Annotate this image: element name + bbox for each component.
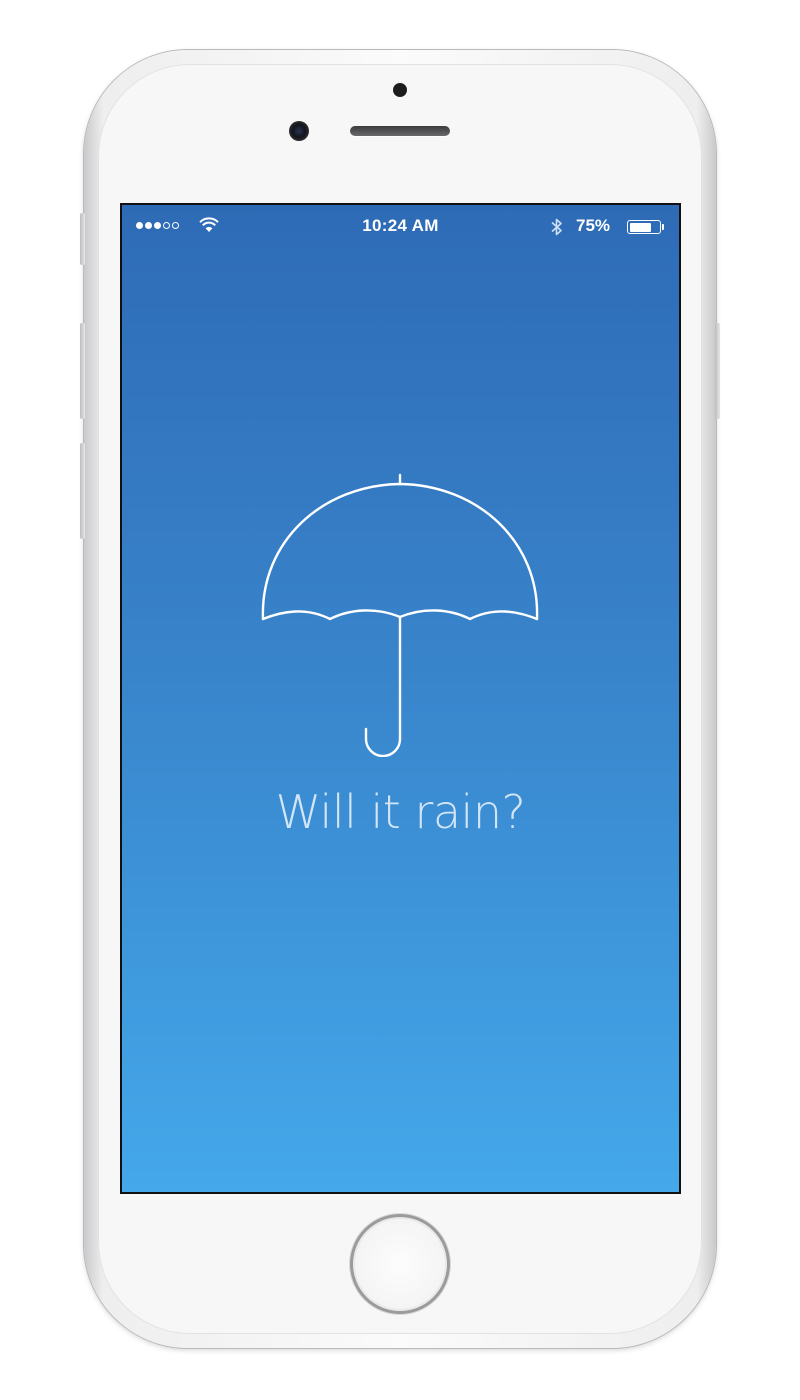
device-mockup: 10:24 AM 75% Will it rain?: [0, 0, 800, 1400]
battery-icon: [627, 220, 661, 234]
app-view: 10:24 AM 75% Will it rain?: [122, 205, 679, 1192]
screen: 10:24 AM 75% Will it rain?: [120, 203, 681, 1194]
home-button[interactable]: [350, 1214, 450, 1314]
bluetooth-icon: [551, 218, 562, 236]
earpiece-speaker: [350, 126, 450, 136]
power-button: [715, 323, 720, 419]
status-bar: 10:24 AM 75%: [122, 205, 679, 251]
headline-text: Will it rain?: [275, 785, 526, 839]
battery-tip: [662, 224, 664, 230]
battery-percentage: 75%: [576, 216, 611, 235]
mute-switch: [80, 213, 85, 265]
umbrella-icon: [261, 473, 539, 757]
volume-down-button: [80, 443, 85, 539]
front-camera-icon: [289, 121, 309, 141]
proximity-sensor: [393, 83, 407, 97]
volume-up-button: [80, 323, 85, 419]
battery-level: [629, 222, 651, 232]
